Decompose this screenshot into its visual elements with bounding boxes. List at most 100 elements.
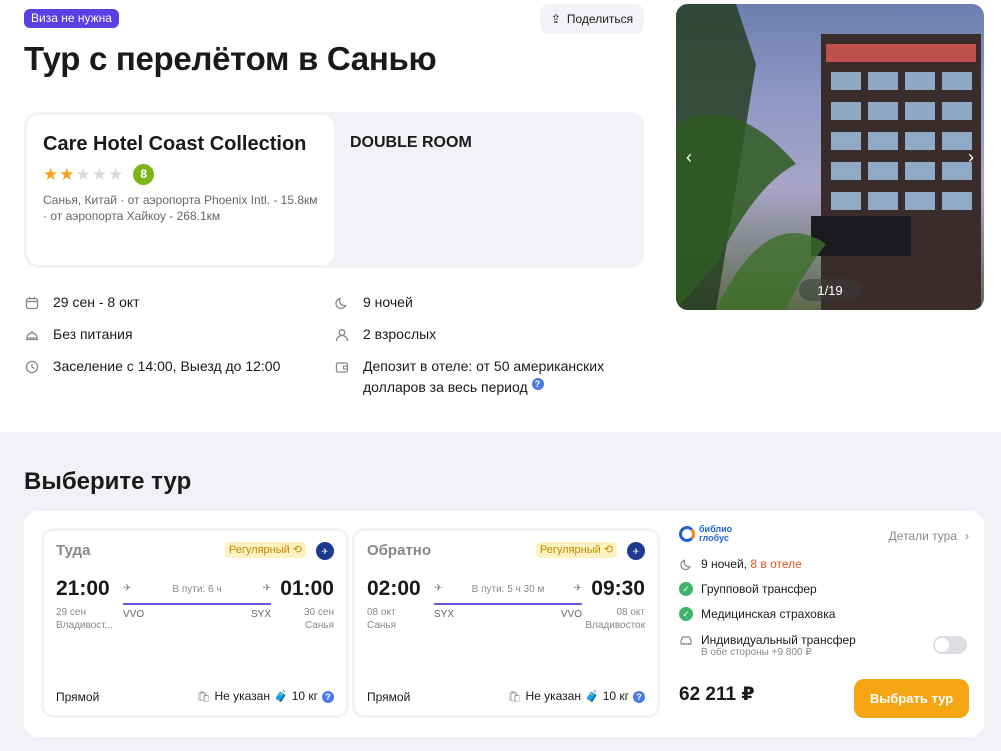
flight-direction: Туда [56, 542, 91, 559]
departure-info: 08 окт Санья [367, 606, 396, 632]
star-icon: ★ [59, 164, 75, 184]
arrival-date: 08 окт [616, 607, 645, 618]
arrival-city: Владивосток [585, 620, 645, 631]
landing-icon: ✈ [262, 583, 271, 594]
route-line [434, 603, 582, 605]
operator-logo: библио глобус [679, 525, 732, 543]
nights-in-hotel: 8 в отеле [750, 557, 802, 571]
meals-text: Без питания [53, 326, 133, 342]
individual-transfer-toggle[interactable] [933, 636, 967, 654]
question-icon[interactable]: ? [531, 378, 544, 390]
check-icon: ✓ [679, 582, 693, 596]
hand-luggage-text: Не указан [525, 689, 581, 703]
info-nights: 9 ночей [334, 292, 625, 313]
operator-logo-icon [679, 526, 695, 542]
flight-return[interactable]: Обратно Регулярный ⟲ ✈ 02:00 08 окт Сань… [352, 528, 660, 718]
departure-date: 08 окт [367, 607, 396, 618]
nights-text: 9 ночей [363, 294, 413, 310]
landing-icon: ✈ [573, 583, 582, 594]
chevron-right-icon: › [965, 529, 969, 543]
visa-badge: Виза не нужна [24, 9, 119, 28]
arrival-info: 08 окт Владивосток [585, 606, 645, 632]
photo-counter: 1/19 [799, 279, 861, 301]
flight-route: ✈ В пути: 6 ч ✈ VVO SYX [123, 582, 271, 622]
guests-text: 2 взрослых [363, 326, 437, 342]
star-icon: ★ [91, 164, 107, 184]
hotel-card[interactable]: Care Hotel Coast Collection ★ ★ ★ ★ ★ 8 … [27, 115, 334, 265]
baggage-text: 10 кг [602, 689, 629, 703]
regular-badge-label: Регулярный [539, 544, 601, 556]
star-icon: ★ [108, 164, 124, 184]
individual-transfer-label: Индивидуальный трансфер [701, 633, 856, 647]
departure-city: Санья [367, 620, 397, 631]
regular-badge-label: Регулярный [228, 544, 290, 556]
operator-name-line2: глобус [699, 533, 729, 543]
calendar-icon [24, 292, 40, 313]
star-icon: ★ [75, 164, 91, 184]
car-icon [679, 633, 693, 647]
tour-card: Туда Регулярный ⟲ ✈ 21:00 29 сен Владиво… [24, 511, 984, 737]
flight-type: Прямой [56, 690, 100, 704]
nights-feature: 9 ночей, 8 в отеле [679, 557, 802, 571]
share-button[interactable]: ⇪ Поделиться [540, 4, 644, 34]
arrival-time: 01:00 [280, 577, 334, 600]
info-checkin: Заселение с 14:00, Выезд до 12:00 [24, 356, 343, 377]
rating-badge: 8 [133, 163, 155, 185]
tour-price: 62 211 ₽ [679, 684, 755, 705]
checkin-text: Заселение с 14:00, Выезд до 12:00 [53, 358, 281, 374]
departure-time: 02:00 [367, 577, 421, 600]
photo-next-icon[interactable]: › [968, 147, 974, 168]
tour-summary: библио глобус Детали тура › 9 ночей, 8 в… [679, 525, 969, 725]
flight-type: Прямой [367, 690, 411, 704]
choose-tour-button[interactable]: Выбрать тур [854, 679, 969, 718]
share-icon: ⇪ [550, 12, 561, 26]
question-icon[interactable]: ? [322, 690, 334, 703]
departure-time: 21:00 [56, 577, 110, 600]
check-icon: ✓ [679, 607, 693, 621]
hotel-photo[interactable]: ‹ › 1/19 [676, 4, 984, 310]
baggage-info: 🛍 Не указан 🧳 10 кг ? [196, 689, 334, 703]
moon-icon [334, 292, 350, 313]
hotel-address: Санья, Китай · от аэропорта Phoenix Intl… [43, 193, 318, 223]
tour-details-link[interactable]: Детали тура › [889, 529, 969, 543]
insurance-feature: ✓ Медицинская страховка [679, 607, 835, 621]
departure-city: Владивост... [56, 620, 114, 631]
nights-count: 9 ночей, [701, 557, 748, 571]
wallet-icon [334, 356, 350, 377]
room-name: DOUBLE ROOM [350, 134, 472, 151]
flight-duration: В пути: 6 ч [172, 584, 222, 595]
moon-icon [679, 557, 693, 571]
hotel-stars: ★ ★ ★ ★ ★ 8 [43, 163, 318, 185]
tour-details-label: Детали тура [888, 529, 957, 543]
info-deposit: Депозит в отеле: от 50 американских долл… [334, 356, 625, 398]
route-line [123, 603, 271, 605]
question-icon[interactable]: ? [633, 690, 645, 703]
baggage-icon: 🧳 [273, 690, 288, 703]
airline-logo-icon: ✈ [627, 542, 645, 560]
page-title: Тур с перелётом в Санью [24, 40, 437, 77]
arrival-date: 30 сен [304, 607, 334, 618]
hotel-box: Care Hotel Coast Collection ★ ★ ★ ★ ★ 8 … [24, 112, 644, 268]
arrival-city: Санья [304, 620, 334, 631]
departure-date: 29 сен [56, 607, 86, 618]
arrival-info: 30 сен Санья [304, 606, 334, 632]
flight-outbound[interactable]: Туда Регулярный ⟲ ✈ 21:00 29 сен Владиво… [41, 528, 349, 718]
airline-logo-icon: ✈ [316, 542, 334, 560]
group-transfer-feature: ✓ Групповой трансфер [679, 582, 817, 596]
regular-badge: Регулярный ⟲ [535, 542, 617, 558]
hotel-name[interactable]: Care Hotel Coast Collection [43, 132, 318, 157]
from-airport-code: SYX [434, 609, 455, 620]
baggage-text: 10 кг [291, 689, 318, 703]
arrival-time: 09:30 [591, 577, 645, 600]
flight-duration: В пути: 5 ч 30 м [471, 584, 545, 595]
insurance-label: Медицинская страховка [701, 607, 836, 621]
info-dates: 29 сен - 8 окт [24, 292, 315, 313]
history-icon: ⟲ [603, 544, 613, 556]
dates-text: 29 сен - 8 окт [53, 294, 140, 310]
person-icon [334, 324, 350, 345]
hand-luggage-icon: 🛍 [507, 690, 522, 703]
group-transfer-label: Групповой трансфер [701, 582, 817, 596]
info-guests: 2 взрослых [334, 324, 625, 345]
photo-prev-icon[interactable]: ‹ [686, 147, 692, 168]
to-airport-code: SYX [250, 609, 271, 620]
